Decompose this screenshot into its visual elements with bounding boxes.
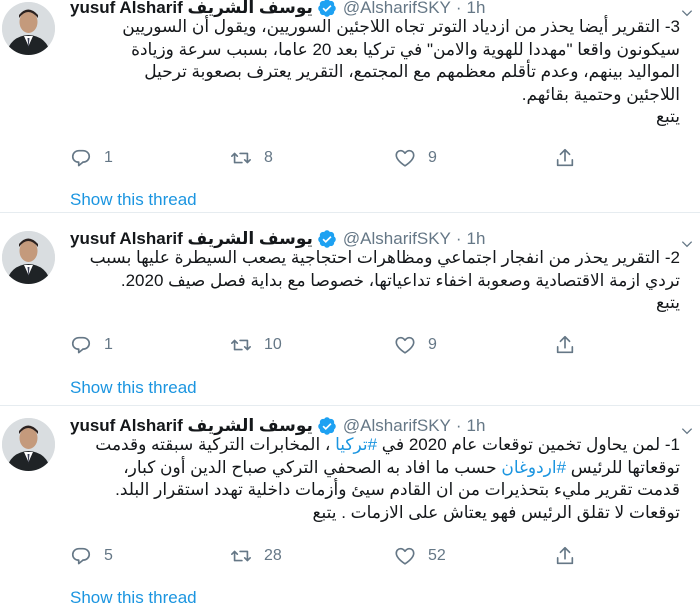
- tweet-text-line: يتبع: [655, 293, 680, 312]
- tweet-text-line: تردي ازمة الاقتصادية وصعوبة اخفاء تداعيا…: [120, 270, 680, 290]
- tweet-text-line: 2- التقرير يحذر من انفجار اجتماعي ومظاهر…: [89, 248, 680, 267]
- like-button[interactable]: 9: [394, 333, 437, 357]
- like-count: 9: [428, 149, 437, 166]
- share-icon: [556, 546, 574, 565]
- tweet-text-line: سيكونون واقعا "مهددا للهوية والامن" في ت…: [131, 39, 680, 59]
- show-thread-link[interactable]: Show this thread: [70, 588, 197, 608]
- verified-badge-icon: [318, 230, 336, 248]
- share-button[interactable]: [554, 544, 576, 568]
- tweet[interactable]: yusuf Alsharif يوسف الشريف @AlsharifSKY …: [0, 406, 700, 614]
- reply-count: 1: [104, 336, 113, 353]
- tweet-text-line: المواليد بينهم، وعدم تأقلم معظمهم مع الم…: [144, 62, 680, 81]
- reply-icon: [71, 336, 91, 354]
- separator-dot: ·: [455, 229, 462, 248]
- avatar[interactable]: [2, 418, 55, 471]
- heart-icon: [395, 336, 415, 354]
- tweet[interactable]: yusuf Alsharif يوسف الشريف @AlsharifSKY …: [0, 0, 700, 213]
- tweet-actions: 1 8 9: [70, 146, 590, 170]
- avatar[interactable]: [2, 2, 55, 55]
- reply-count: 1: [104, 149, 113, 166]
- like-count: 52: [428, 547, 446, 564]
- tweet-text: 1- لمن يحاول تخمين توقعات عام 2020 في #ت…: [66, 434, 680, 524]
- like-button[interactable]: 9: [394, 146, 437, 170]
- reply-button[interactable]: 1: [70, 146, 113, 170]
- user-handle[interactable]: @AlsharifSKY: [343, 416, 451, 436]
- retweet-button[interactable]: 8: [230, 146, 273, 170]
- heart-icon: [395, 547, 415, 565]
- timestamp[interactable]: 1h: [467, 416, 486, 436]
- separator-dot: ·: [455, 416, 462, 435]
- share-button[interactable]: [554, 146, 576, 170]
- chevron-down-icon[interactable]: [680, 237, 694, 251]
- chevron-down-icon[interactable]: [680, 6, 694, 20]
- user-handle[interactable]: @AlsharifSKY: [343, 229, 451, 249]
- display-name[interactable]: yusuf Alsharif يوسف الشريف: [70, 416, 313, 436]
- tweet-actions: 1 10 9: [70, 333, 590, 357]
- reply-button[interactable]: 5: [70, 544, 113, 568]
- chevron-down-icon[interactable]: [680, 424, 694, 438]
- avatar-image: [2, 231, 55, 284]
- retweet-count: 8: [264, 149, 273, 166]
- tweet-text-line: 1- لمن يحاول تخمين توقعات عام 2020 في #ت…: [95, 435, 680, 454]
- show-thread-link[interactable]: Show this thread: [70, 190, 197, 210]
- like-button[interactable]: 52: [394, 544, 446, 568]
- tweet-text-line: توقعات لا تقلق الرئيس فهو يعتاش على الاز…: [312, 502, 680, 522]
- tweet-text: 2- التقرير يحذر من انفجار اجتماعي ومظاهر…: [66, 247, 680, 315]
- avatar[interactable]: [2, 231, 55, 284]
- tweet-text-line: اللاجئين وحتمية بقائهم.: [521, 84, 680, 104]
- avatar-image: [2, 418, 55, 471]
- retweet-count: 28: [264, 547, 282, 564]
- tweet-text-line: يتبع: [655, 107, 680, 126]
- like-count: 9: [428, 336, 437, 353]
- retweet-count: 10: [264, 336, 282, 353]
- avatar-image: [2, 2, 55, 55]
- display-name[interactable]: yusuf Alsharif يوسف الشريف: [70, 229, 313, 249]
- tweet-actions: 5 28 52: [70, 544, 590, 568]
- tweet-text-line: قدمت تقرير مليء بتحذيرات من ان القادم سي…: [115, 480, 680, 499]
- hashtag-link[interactable]: #تركيا: [335, 435, 377, 454]
- timeline-feed: yusuf Alsharif يوسف الشريف @AlsharifSKY …: [0, 0, 700, 614]
- share-icon: [556, 335, 574, 354]
- reply-count: 5: [104, 547, 113, 564]
- reply-icon: [71, 547, 91, 565]
- reply-button[interactable]: 1: [70, 333, 113, 357]
- tweet-text-line: توقعاتها للرئيس #اردوغان حسب ما افاد به …: [123, 457, 680, 477]
- show-thread-link[interactable]: Show this thread: [70, 378, 197, 398]
- retweet-button[interactable]: 10: [230, 333, 282, 357]
- tweet-text-line: 3- التقرير أيضا يحذر من ازدياد التوتر تج…: [122, 17, 680, 36]
- retweet-icon: [231, 339, 251, 351]
- tweet[interactable]: yusuf Alsharif يوسف الشريف @AlsharifSKY …: [0, 213, 700, 406]
- hashtag-link[interactable]: #اردوغان: [501, 458, 566, 477]
- heart-icon: [395, 149, 415, 167]
- retweet-icon: [231, 152, 251, 164]
- reply-icon: [71, 149, 91, 167]
- verified-badge-icon: [318, 417, 336, 435]
- timestamp[interactable]: 1h: [467, 229, 486, 249]
- retweet-icon: [231, 550, 251, 562]
- retweet-button[interactable]: 28: [230, 544, 282, 568]
- share-button[interactable]: [554, 333, 576, 357]
- tweet-text: 3- التقرير أيضا يحذر من ازدياد التوتر تج…: [66, 16, 680, 129]
- share-icon: [556, 148, 574, 167]
